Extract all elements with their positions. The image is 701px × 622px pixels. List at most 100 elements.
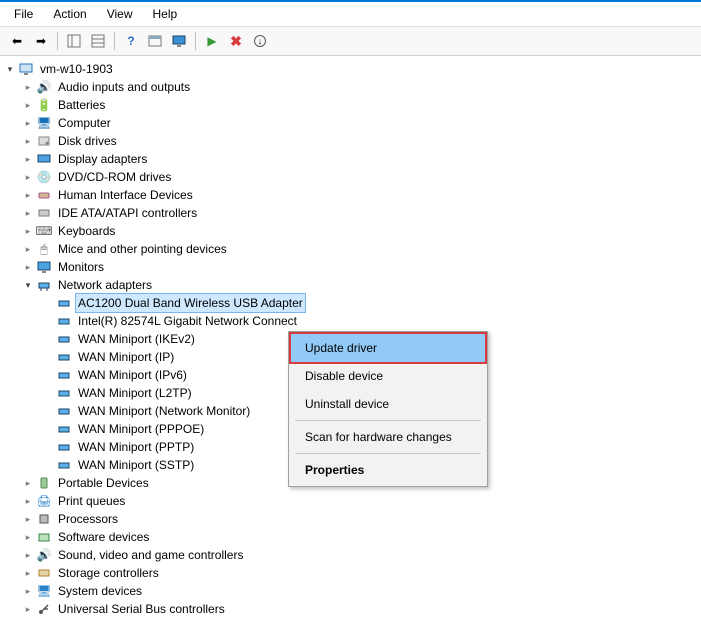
context-update-driver[interactable]: Update driver <box>289 332 487 364</box>
category-software[interactable]: Software devices <box>4 528 701 546</box>
menu-file[interactable]: File <box>6 5 41 23</box>
monitor-icon <box>36 259 52 275</box>
category-audio[interactable]: 🔊Audio inputs and outputs <box>4 78 701 96</box>
adapter-icon <box>56 385 72 401</box>
expand-icon[interactable] <box>22 477 34 489</box>
uninstall-button[interactable]: ↓ <box>249 30 271 52</box>
mouse-icon: 🖱 <box>36 241 52 257</box>
separator <box>295 420 481 421</box>
category-computer[interactable]: 🖥Computer <box>4 114 701 132</box>
uninstall-icon: ↓ <box>254 35 266 47</box>
adapter-icon <box>56 349 72 365</box>
expand-icon[interactable] <box>22 81 34 93</box>
context-properties[interactable]: Properties <box>291 456 485 484</box>
category-storage[interactable]: Storage controllers <box>4 564 701 582</box>
expand-icon[interactable] <box>22 135 34 147</box>
expand-icon[interactable] <box>4 63 16 75</box>
monitor-icon <box>172 34 186 48</box>
expand-icon[interactable] <box>22 495 34 507</box>
category-usb[interactable]: Universal Serial Bus controllers <box>4 600 701 618</box>
adapter-icon <box>56 367 72 383</box>
expand-icon[interactable] <box>22 153 34 165</box>
category-keyboards[interactable]: ⌨Keyboards <box>4 222 701 240</box>
category-mice[interactable]: 🖱Mice and other pointing devices <box>4 240 701 258</box>
disk-icon <box>36 133 52 149</box>
device-ac1200[interactable]: AC1200 Dual Band Wireless USB Adapter <box>4 294 701 312</box>
expand-icon[interactable] <box>22 243 34 255</box>
help-button[interactable]: ? <box>120 30 142 52</box>
show-hide-tree-button[interactable] <box>63 30 85 52</box>
adapter-icon <box>56 313 72 329</box>
window-icon <box>148 34 162 48</box>
arrow-left-icon: ⬅ <box>12 34 22 48</box>
enable-button[interactable]: ▶ <box>201 30 223 52</box>
adapter-icon <box>56 403 72 419</box>
toolbar: ⬅ ➡ ? ▶ ✖ ↓ <box>0 27 701 56</box>
context-menu: Update driver Disable device Uninstall d… <box>288 331 488 487</box>
expand-icon[interactable] <box>22 117 34 129</box>
menu-action[interactable]: Action <box>45 5 94 23</box>
category-monitors[interactable]: Monitors <box>4 258 701 276</box>
device-intel[interactable]: Intel(R) 82574L Gigabit Network Connect <box>4 312 701 330</box>
expand-icon[interactable] <box>22 171 34 183</box>
ide-icon <box>36 205 52 221</box>
category-hid[interactable]: Human Interface Devices <box>4 186 701 204</box>
category-print[interactable]: 🖨Print queues <box>4 492 701 510</box>
adapter-icon <box>56 439 72 455</box>
expand-icon[interactable] <box>22 207 34 219</box>
update-driver-button[interactable] <box>168 30 190 52</box>
disable-button[interactable]: ✖ <box>225 30 247 52</box>
view-detail-button[interactable] <box>87 30 109 52</box>
expand-icon[interactable] <box>22 99 34 111</box>
category-system[interactable]: 🖥System devices <box>4 582 701 600</box>
expand-icon[interactable] <box>22 531 34 543</box>
grid-icon <box>91 34 105 48</box>
expand-icon[interactable] <box>22 279 34 291</box>
category-dvd[interactable]: 💿DVD/CD-ROM drives <box>4 168 701 186</box>
computer-icon <box>18 61 34 77</box>
portable-icon <box>36 475 52 491</box>
context-scan-hardware[interactable]: Scan for hardware changes <box>291 423 485 451</box>
separator <box>295 453 481 454</box>
adapter-icon <box>56 295 72 311</box>
expand-icon[interactable] <box>22 603 34 615</box>
network-icon <box>36 277 52 293</box>
context-uninstall-device[interactable]: Uninstall device <box>291 390 485 418</box>
menu-bar: File Action View Help <box>0 2 701 27</box>
help-icon: ? <box>127 34 134 48</box>
forward-button[interactable]: ➡ <box>30 30 52 52</box>
back-button[interactable]: ⬅ <box>6 30 28 52</box>
root-label[interactable]: vm-w10-1903 <box>38 60 115 78</box>
expand-icon[interactable] <box>22 225 34 237</box>
category-batteries[interactable]: 🔋Batteries <box>4 96 701 114</box>
context-disable-device[interactable]: Disable device <box>291 362 485 390</box>
cpu-icon <box>36 511 52 527</box>
category-disk[interactable]: Disk drives <box>4 132 701 150</box>
expand-icon[interactable] <box>22 567 34 579</box>
category-sound[interactable]: 🔊Sound, video and game controllers <box>4 546 701 564</box>
disable-icon: ✖ <box>230 33 242 50</box>
dvd-icon: 💿 <box>36 169 52 185</box>
keyboard-icon: ⌨ <box>36 223 52 239</box>
expand-icon[interactable] <box>22 513 34 525</box>
category-network[interactable]: Network adapters <box>4 276 701 294</box>
expand-icon[interactable] <box>22 189 34 201</box>
adapter-icon <box>56 331 72 347</box>
expand-icon[interactable] <box>22 261 34 273</box>
speaker-icon: 🔊 <box>36 79 52 95</box>
category-display[interactable]: Display adapters <box>4 150 701 168</box>
properties-button[interactable] <box>144 30 166 52</box>
enable-icon: ▶ <box>207 34 216 48</box>
expand-icon[interactable] <box>22 549 34 561</box>
menu-help[interactable]: Help <box>145 5 186 23</box>
expand-icon[interactable] <box>22 585 34 597</box>
category-processors[interactable]: Processors <box>4 510 701 528</box>
sound-icon: 🔊 <box>36 547 52 563</box>
computer-icon: 🖥 <box>36 115 52 131</box>
system-icon: 🖥 <box>36 583 52 599</box>
adapter-icon <box>56 421 72 437</box>
storage-icon <box>36 565 52 581</box>
root-node[interactable]: vm-w10-1903 <box>4 60 701 78</box>
menu-view[interactable]: View <box>99 5 141 23</box>
category-ide[interactable]: IDE ATA/ATAPI controllers <box>4 204 701 222</box>
